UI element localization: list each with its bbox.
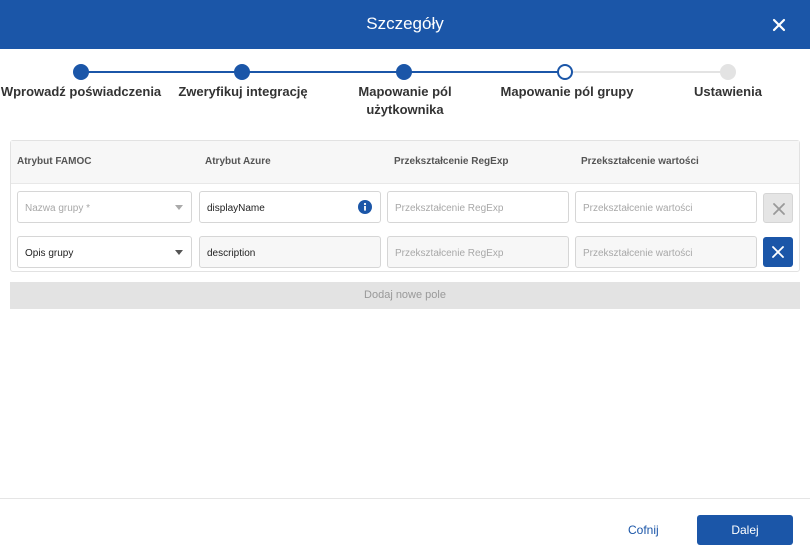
close-icon [773, 203, 785, 215]
stepper: Wprowadź poświadczenia Zweryfikuj integr… [0, 49, 810, 129]
step-dot-verify [234, 64, 250, 80]
step-dot-settings [720, 64, 736, 80]
regexp-transform-input[interactable]: Przekształcenie RegExp [387, 191, 569, 223]
value-transform-placeholder: Przekształcenie wartości [583, 248, 693, 259]
famoc-attribute-select[interactable]: Nazwa grupy * [17, 191, 192, 223]
famoc-attribute-select[interactable]: Opis grupy [17, 236, 192, 268]
azure-attribute-input[interactable]: description [199, 236, 381, 268]
stepper-remaining-line [565, 71, 728, 73]
chevron-down-icon [175, 205, 183, 210]
close-icon[interactable] [768, 14, 790, 36]
add-field-button[interactable]: Dodaj nowe pole [10, 282, 800, 309]
column-header-regexp: Przekształcenie RegExp [394, 156, 509, 167]
dialog-header: Szczegóły [0, 0, 810, 49]
regexp-transform-input[interactable]: Przekształcenie RegExp [387, 236, 569, 268]
step-label-verify: Zweryfikuj integrację [178, 84, 308, 99]
info-icon[interactable] [358, 200, 372, 214]
step-dot-group-mapping [557, 64, 573, 80]
value-transform-input[interactable]: Przekształcenie wartości [575, 236, 757, 268]
regexp-transform-placeholder: Przekształcenie RegExp [395, 248, 504, 259]
step-label-settings: Ustawienia [694, 84, 762, 99]
next-button[interactable]: Dalej [697, 515, 793, 545]
value-transform-placeholder: Przekształcenie wartości [583, 203, 693, 214]
step-label-user-mapping-line1: Mapowanie pól [358, 84, 452, 99]
back-button[interactable]: Cofnij [628, 523, 659, 537]
step-dot-credentials [73, 64, 89, 80]
step-label-user-mapping-line2: użytkownika [366, 102, 444, 117]
mapping-table: Atrybut FAMOC Atrybut Azure Przekształce… [10, 140, 800, 272]
chevron-down-icon [175, 250, 183, 255]
value-transform-input[interactable]: Przekształcenie wartości [575, 191, 757, 223]
remove-row-button [763, 193, 793, 223]
close-icon [772, 246, 784, 258]
step-label-user-mapping: Mapowanie pól użytkownika [325, 83, 485, 119]
azure-attribute-value: description [207, 248, 256, 259]
step-label-credentials: Wprowadź poświadczenia [0, 84, 162, 99]
column-header-value: Przekształcenie wartości [581, 156, 699, 167]
footer-divider [0, 498, 810, 499]
column-header-famoc: Atrybut FAMOC [17, 156, 92, 167]
famoc-attribute-placeholder: Nazwa grupy * [25, 203, 91, 214]
azure-attribute-value: displayName [207, 203, 265, 214]
table-header: Atrybut FAMOC Atrybut Azure Przekształce… [11, 141, 799, 184]
regexp-transform-placeholder: Przekształcenie RegExp [395, 203, 504, 214]
step-label-group-mapping: Mapowanie pól grupy [500, 84, 634, 99]
stepper-progress-line [82, 71, 565, 73]
dialog-title: Szczegóły [366, 14, 444, 33]
remove-row-button[interactable] [763, 237, 793, 267]
column-header-azure: Atrybut Azure [205, 156, 271, 167]
step-dot-user-mapping [396, 64, 412, 80]
famoc-attribute-value: Opis grupy [25, 248, 74, 259]
azure-attribute-input[interactable]: displayName [199, 191, 381, 223]
